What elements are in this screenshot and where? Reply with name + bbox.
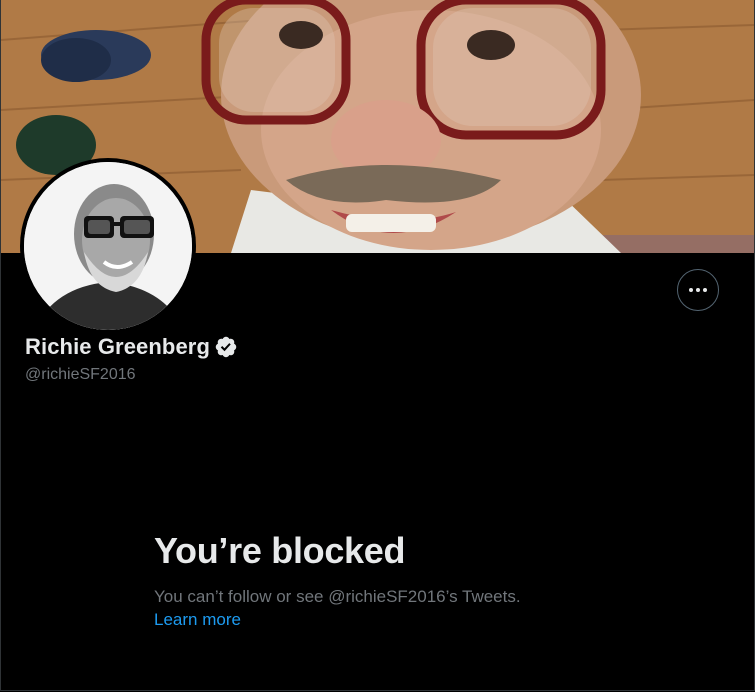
blocked-title: You’re blocked (154, 530, 406, 571)
more-options-button[interactable] (677, 269, 719, 311)
avatar-photo (24, 162, 192, 330)
profile-name-row: Richie Greenberg (25, 334, 238, 360)
learn-more-link[interactable]: Learn more (154, 610, 241, 629)
display-name: Richie Greenberg (25, 334, 210, 359)
verified-badge-icon[interactable] (214, 335, 238, 359)
blocked-notice: You’re blocked You can’t follow or see @… (154, 530, 614, 632)
profile-page: Richie Greenberg @richieSF2016 You’re bl… (0, 0, 755, 691)
profile-avatar[interactable] (20, 158, 196, 334)
blocked-message: You can’t follow or see @richieSF2016’s … (154, 587, 521, 606)
profile-handle: @richieSF2016 (25, 366, 136, 383)
more-horizontal-icon (689, 288, 707, 292)
